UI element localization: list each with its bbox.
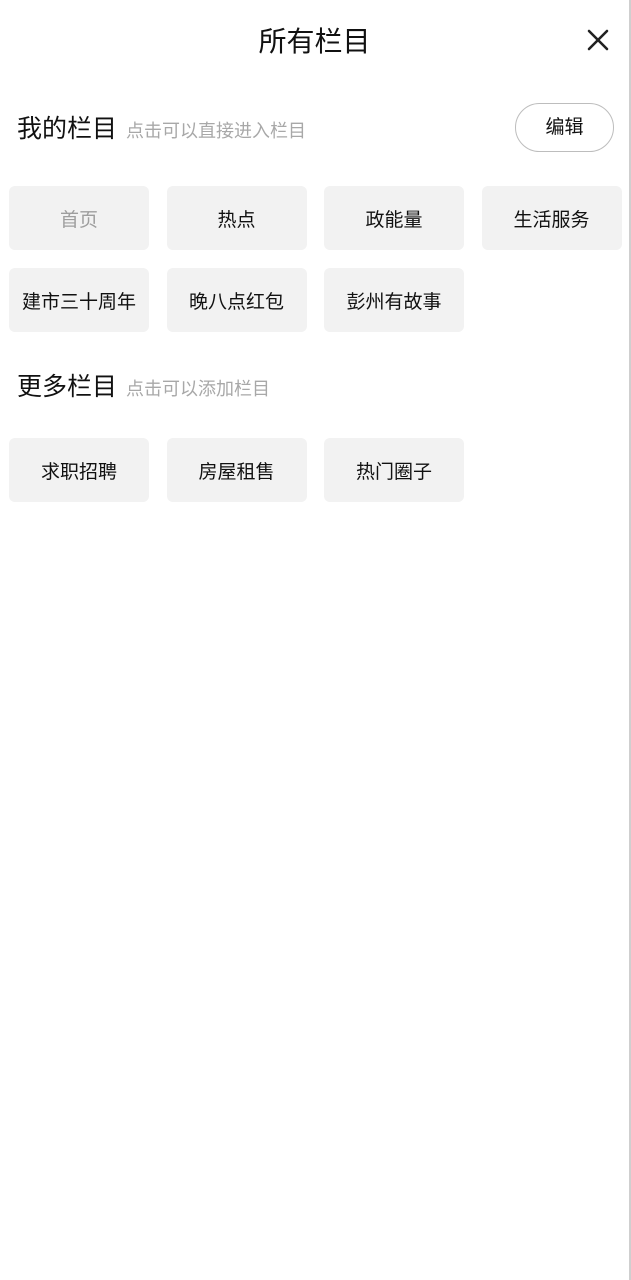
chip-label: 建市三十周年 <box>21 290 136 313</box>
page-header: 所有栏目 <box>0 0 629 84</box>
chip-label: 热门圈子 <box>355 460 432 483</box>
column-chip-home: 首页 <box>9 186 149 250</box>
chip-label: 首页 <box>59 208 98 231</box>
my-columns-header: 我的栏目 点击可以直接进入栏目 <box>17 109 306 149</box>
add-column-chip[interactable]: 求职招聘 <box>9 438 149 502</box>
chip-label: 生活服务 <box>513 208 590 231</box>
chip-label: 热点 <box>217 208 256 231</box>
edit-button[interactable]: 编辑 <box>515 103 614 152</box>
add-column-chip[interactable]: 热门圈子 <box>324 438 464 502</box>
column-chip[interactable]: 晚八点红包 <box>166 268 307 332</box>
more-columns-header: 更多栏目 点击可以添加栏目 <box>17 367 270 407</box>
my-columns-title: 我的栏目 <box>17 114 118 143</box>
add-column-chip[interactable]: 房屋租售 <box>166 438 307 502</box>
my-columns-grid: 首页 热点 政能量 生活服务 建市三十周年 晚八点红包 彭州有故事 <box>9 186 622 332</box>
more-columns-hint: 点击可以添加栏目 <box>126 379 271 400</box>
close-button[interactable] <box>578 20 618 60</box>
close-icon <box>587 29 609 51</box>
column-chip[interactable]: 建市三十周年 <box>9 268 149 332</box>
more-columns-title: 更多栏目 <box>17 372 118 401</box>
column-chip[interactable]: 生活服务 <box>481 186 622 250</box>
page-title: 所有栏目 <box>258 25 371 58</box>
chip-label: 求职招聘 <box>40 460 117 483</box>
column-chip[interactable]: 热点 <box>166 186 307 250</box>
chip-label: 房屋租售 <box>198 460 275 483</box>
column-chip[interactable]: 彭州有故事 <box>324 268 464 332</box>
chip-label: 政能量 <box>365 208 423 231</box>
my-columns-hint: 点击可以直接进入栏目 <box>126 121 307 142</box>
column-chip[interactable]: 政能量 <box>324 186 464 250</box>
chip-label: 晚八点红包 <box>188 290 284 313</box>
more-columns-grid: 求职招聘 房屋租售 热门圈子 <box>9 438 622 502</box>
chip-label: 彭州有故事 <box>346 290 442 313</box>
